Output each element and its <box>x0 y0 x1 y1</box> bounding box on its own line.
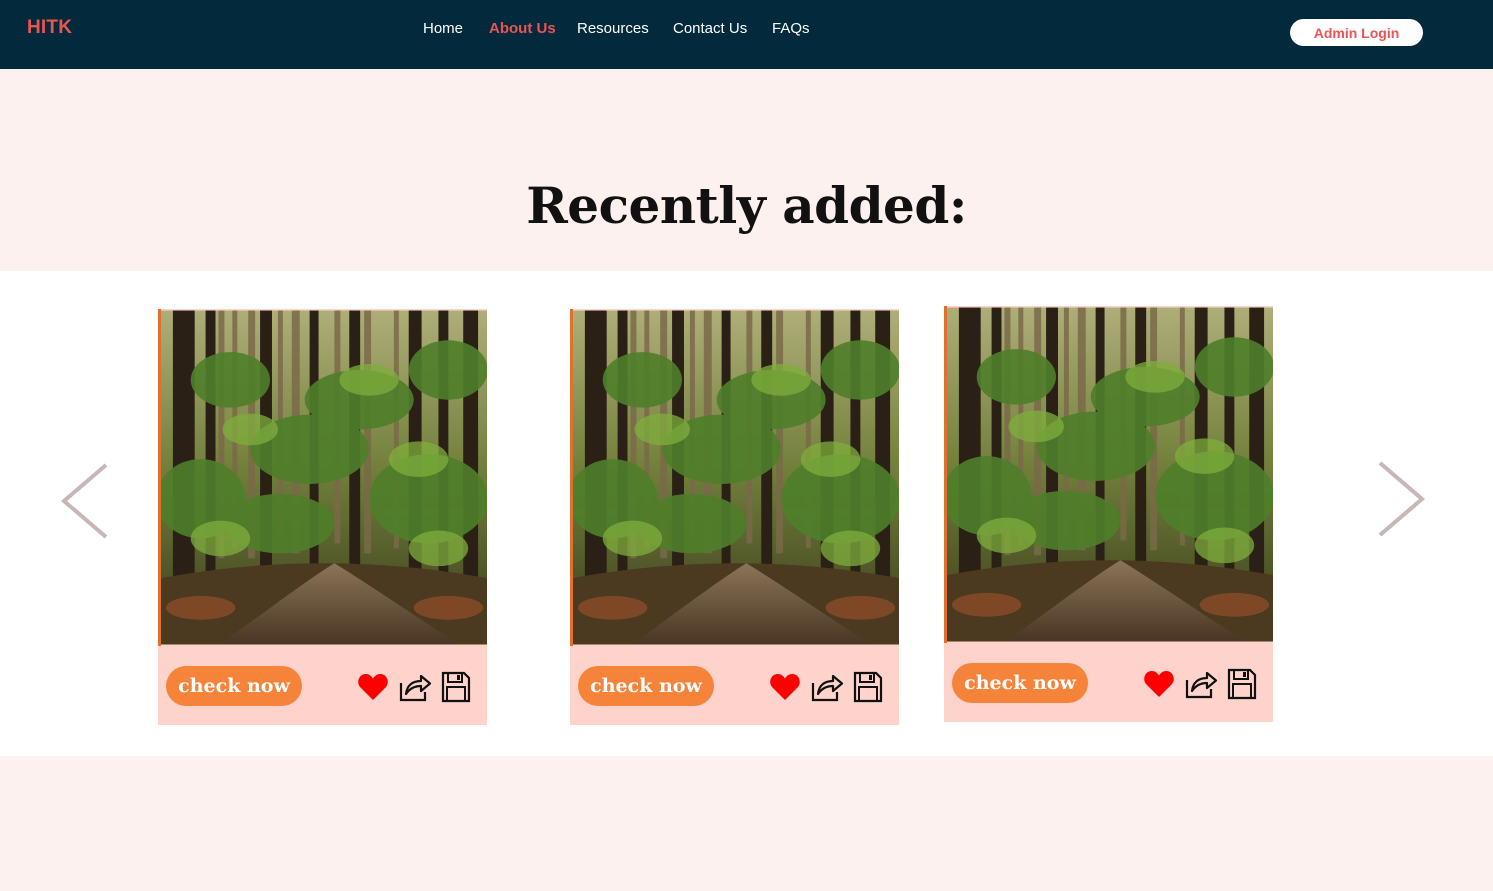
heart-icon[interactable] <box>769 671 801 703</box>
resource-card: check now <box>570 309 899 725</box>
chevron-right-icon[interactable] <box>1376 460 1426 538</box>
section-title: Recently added: <box>526 176 967 235</box>
share-icon[interactable] <box>810 671 844 703</box>
heart-icon[interactable] <box>357 671 389 703</box>
check-now-button[interactable]: check now <box>166 666 302 706</box>
nav-contact-us[interactable]: Contact Us <box>673 20 747 37</box>
nav-home[interactable]: Home <box>423 20 463 37</box>
check-now-button[interactable]: check now <box>952 663 1088 703</box>
save-icon[interactable] <box>441 671 473 703</box>
check-now-button[interactable]: check now <box>578 666 714 706</box>
brand-logo[interactable]: HITK <box>27 17 72 39</box>
forest-path-photo[interactable] <box>158 309 487 646</box>
recently-added-carousel: check now check now check now <box>0 271 1493 756</box>
resource-card: check now <box>158 309 487 725</box>
heart-icon[interactable] <box>1143 668 1175 700</box>
share-icon[interactable] <box>1184 668 1218 700</box>
share-icon[interactable] <box>398 671 432 703</box>
nav-about-us[interactable]: About Us <box>489 20 556 37</box>
save-icon[interactable] <box>1227 668 1259 700</box>
forest-path-photo[interactable] <box>570 309 899 646</box>
nav-faqs[interactable]: FAQs <box>772 20 810 37</box>
admin-login-button[interactable]: Admin Login <box>1290 19 1423 46</box>
chevron-left-icon[interactable] <box>60 462 110 540</box>
top-navbar: HITK Home About Us Resources Contact Us … <box>0 0 1493 69</box>
save-icon[interactable] <box>853 671 885 703</box>
forest-path-photo[interactable] <box>944 306 1273 643</box>
nav-resources[interactable]: Resources <box>577 20 649 37</box>
resource-card: check now <box>944 306 1273 722</box>
